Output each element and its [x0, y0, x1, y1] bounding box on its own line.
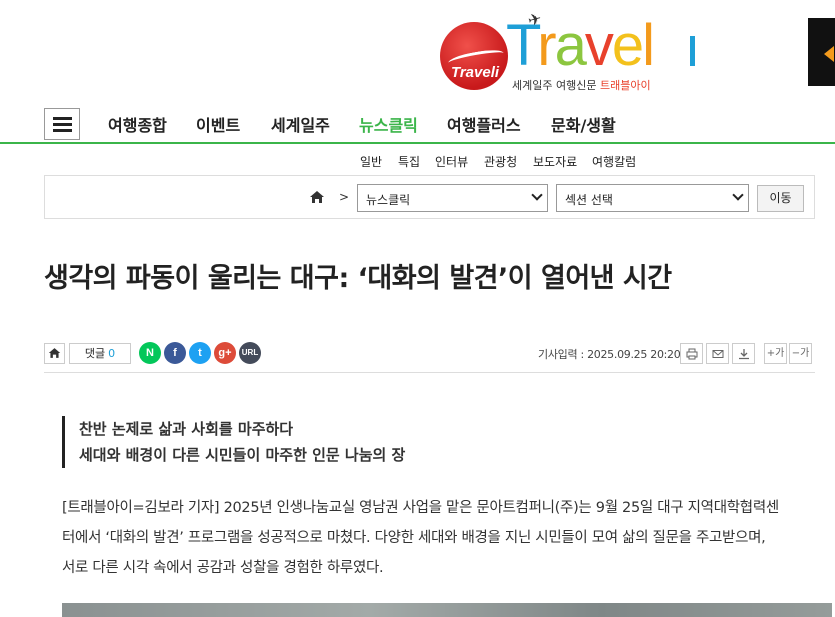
subnav-item-general[interactable]: 일반 [360, 153, 382, 170]
home-icon[interactable] [309, 189, 329, 205]
twitter-icon[interactable]: t [189, 342, 211, 364]
nav-item-event[interactable]: 이벤트 [196, 112, 240, 136]
chevron-down-icon [732, 189, 744, 201]
email-icon[interactable] [706, 343, 729, 364]
nav-item-culture[interactable]: 문화/생활 [551, 112, 616, 136]
comment-count: 0 [108, 347, 116, 360]
logo-emblem-text: Traveli [450, 64, 500, 81]
subnav-item-press[interactable]: 보도자료 [533, 153, 577, 170]
section-select[interactable]: 뉴스클릭 [357, 184, 548, 212]
chevron-down-icon [531, 189, 543, 201]
font-decrease-button[interactable]: −가 [789, 343, 812, 364]
subsection-select-value: 섹션 선택 [565, 193, 613, 207]
main-nav: 여행종합 이벤트 세계일주 뉴스클릭 여행플러스 문화/생활 [0, 103, 835, 144]
logo-subtitle-main: 세계일주 여행신문 [512, 79, 597, 92]
sub-nav: 일반 특집 인터뷰 관광청 보도자료 여행칼럼 [0, 153, 835, 169]
home-icon[interactable] [44, 343, 65, 364]
subheadline-line: 세대와 배경이 다른 시민들이 마주한 인문 나눔의 장 [79, 446, 406, 464]
nav-item-travel-plus[interactable]: 여행플러스 [447, 112, 521, 136]
article-toolbar: 댓글 0 N f t g+ URL 기사입력 : 2025.09.25 20:20… [44, 342, 815, 366]
article-date: 기사입력 : 2025.09.25 20:20 [538, 348, 681, 361]
nav-item-world-tour[interactable]: 세계일주 [271, 112, 330, 136]
comment-button[interactable]: 댓글 0 [69, 343, 131, 364]
toolbar-divider [44, 372, 815, 373]
logo-letter: l [642, 13, 655, 78]
comment-label: 댓글 [84, 347, 106, 360]
logo-accent-bar [690, 36, 695, 66]
google-plus-icon[interactable]: g+ [214, 342, 236, 364]
body-line: 서로 다른 시각 속에서 공감과 성찰을 경험한 하루였다. [62, 560, 384, 576]
logo-subtitle-accent: 트래블아이 [599, 79, 651, 92]
print-icon[interactable] [680, 343, 703, 364]
subnav-item-tourism-board[interactable]: 관광청 [484, 153, 517, 170]
article-subheadline: 찬반 논제로 삶과 사회를 마주하다 세대와 배경이 다른 시민들이 마주한 인… [62, 416, 405, 468]
logo-letter: a [554, 13, 587, 78]
side-banner[interactable] [808, 18, 835, 86]
url-icon[interactable]: URL [239, 342, 261, 364]
logo-letter: v [584, 13, 614, 78]
hamburger-menu-icon[interactable] [44, 108, 80, 140]
breadcrumb-separator: > [339, 190, 350, 204]
font-increase-button[interactable]: +가 [764, 343, 787, 364]
subnav-item-feature[interactable]: 특집 [398, 153, 420, 170]
site-logo[interactable]: Traveli ✈ Travel 세계일주 여행신문 트래블아이 [440, 9, 710, 100]
download-icon[interactable] [732, 343, 755, 364]
logo-wordmark: Travel [506, 13, 655, 78]
naver-icon[interactable]: N [139, 342, 161, 364]
logo-letter: r [537, 13, 556, 78]
logo-letter: T [506, 13, 539, 78]
body-line: [트래블아이=김보라 기자] 2025년 인생나눔교실 영남권 사업을 맡은 문… [62, 500, 779, 516]
breadcrumb: > 뉴스클릭 섹션 선택 이동 [44, 175, 815, 219]
nav-item-news-click[interactable]: 뉴스클릭 [359, 112, 418, 136]
logo-emblem: Traveli [440, 22, 508, 90]
section-select-value: 뉴스클릭 [366, 193, 411, 207]
article-title: 생각의 파동이 울리는 대구: ‘대화의 발견’이 열어낸 시간 [44, 263, 672, 294]
subheadline-line: 찬반 논제로 삶과 사회를 마주하다 [79, 420, 294, 438]
subsection-select[interactable]: 섹션 선택 [556, 184, 749, 212]
body-line: 터에서 ‘대화의 발견’ 프로그램을 성공적으로 마쳤다. 다양한 세대와 배경… [62, 530, 766, 546]
logo-subtitle: 세계일주 여행신문 트래블아이 [512, 77, 651, 93]
article-body: [트래블아이=김보라 기자] 2025년 인생나눔교실 영남권 사업을 맡은 문… [62, 493, 807, 583]
article-photo [62, 603, 832, 617]
subnav-item-column[interactable]: 여행칼럼 [592, 153, 636, 170]
logo-letter: e [611, 13, 644, 78]
subnav-item-interview[interactable]: 인터뷰 [435, 153, 468, 170]
facebook-icon[interactable]: f [164, 342, 186, 364]
arrow-left-icon [824, 46, 834, 62]
nav-item-travel[interactable]: 여행종합 [108, 112, 167, 136]
go-button[interactable]: 이동 [757, 185, 804, 212]
